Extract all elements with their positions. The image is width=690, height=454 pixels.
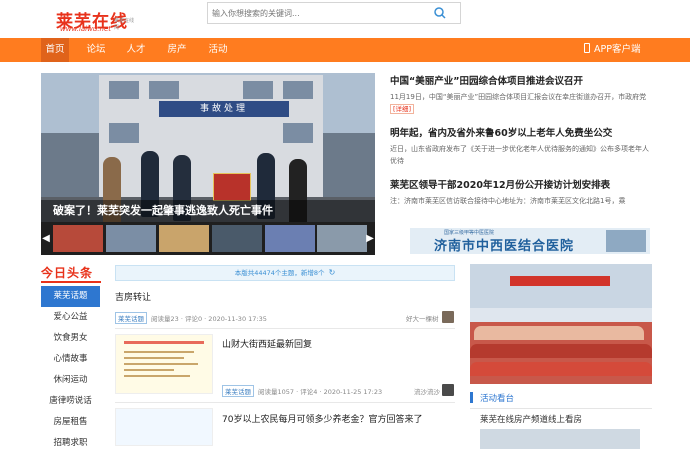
post-author[interactable]: 流沙流沙 [414, 386, 440, 396]
headline-item: 明年起，省内及省外来鲁60岁以上老年人免费坐公交 近日，山东省政府发布了《关于进… [390, 125, 652, 167]
sidebar-item-sports[interactable]: 休闲运动 [41, 370, 100, 391]
carousel-thumb[interactable] [53, 225, 103, 252]
activity-link[interactable]: 莱芜在线房产频道线上看房 [480, 413, 582, 425]
logo-subtext: 莱芜在线 网 [114, 18, 135, 31]
headline-item: 莱芜区领导干部2020年12月份公开接访计划安排表 注：济南市莱芜区信访联合接待… [390, 177, 652, 207]
sidebar-item-rental[interactable]: 房屋租售 [41, 412, 100, 433]
carousel-thumb[interactable] [212, 225, 262, 252]
headline-desc: 近日，山东省政府发布了《关于进一步优化老年人优待服务的通知》公布多项老年人优待 [390, 145, 649, 165]
post-title[interactable]: 山财大街西延最新回复 [222, 337, 312, 350]
nav-item-house[interactable]: 房产 [163, 38, 191, 62]
carousel-thumb[interactable] [265, 225, 315, 252]
post-title[interactable]: 70岁以上农民每月可领多少养老金？官方回答来了 [222, 412, 422, 425]
sidebar-item-topic[interactable]: 莱芜话题 [41, 286, 100, 307]
post-tag[interactable]: 莱芜话题 [222, 385, 254, 397]
notice-text: 本版共44474个主题，新增8个 [234, 269, 325, 277]
avatar[interactable] [442, 311, 454, 323]
nav-item-forum[interactable]: 论坛 [82, 38, 110, 62]
sidebar-item-dating[interactable]: 饮食男女 [41, 328, 100, 349]
new-posts-notice[interactable]: 本版共44474个主题，新增8个 ↻ [115, 265, 455, 281]
sidebar-item-recruit[interactable]: 招聘求职 [41, 433, 100, 454]
section-underline [41, 281, 101, 283]
app-label: APP客户端 [594, 44, 641, 55]
headline-desc: 注：济南市莱芜区信访联合接待中心地址为：济南市莱芜区文化北路1号，乘 [390, 197, 626, 205]
headline-title[interactable]: 明年起，省内及省外来鲁60岁以上老年人免费坐公交 [390, 125, 652, 139]
post-thumbnail[interactable] [115, 408, 213, 446]
site-logo[interactable]: 莱芜在线 莱芜在线 网 www.laiwu.net [56, 4, 136, 33]
section-title: 今日头条 [41, 266, 94, 280]
post-meta: 阅读量1057 · 评论4 · 2020-11-25 17:23 [258, 388, 383, 396]
headline-title[interactable]: 莱芜区领导干部2020年12月份公开接访计划安排表 [390, 177, 652, 191]
nav-item-events[interactable]: 活动 [204, 38, 232, 62]
sidebar-item-charity[interactable]: 爱心公益 [41, 307, 100, 328]
sidebar-item-stories[interactable]: 心情故事 [41, 349, 100, 370]
nav-item-jobs[interactable]: 人才 [122, 38, 150, 62]
carousel-caption[interactable]: 破案了！莱芜突发一起肇事逃逸致人死亡事件 [41, 200, 375, 222]
refresh-icon[interactable]: ↻ [329, 266, 336, 280]
app-client-link[interactable]: APP客户端 [584, 38, 640, 62]
avatar[interactable] [442, 384, 454, 396]
carousel-thumb[interactable] [159, 225, 209, 252]
activity-label: 活动看台 [480, 394, 515, 404]
post-item[interactable]: 吉房转让 [115, 290, 455, 303]
post-tag[interactable]: 莱芜话题 [115, 312, 147, 324]
carousel-thumb[interactable] [106, 225, 156, 252]
post-author[interactable]: 好大一棵树 [406, 313, 439, 323]
search-box [207, 2, 461, 24]
sidebar-item-talk[interactable]: 唐律唠说话 [41, 391, 100, 412]
banner-pennant [213, 173, 251, 201]
carousel-thumb[interactable] [317, 225, 367, 252]
headline-desc: 11月19日，中国“美丽产业”田园综合体项目汇报会议在幸庄街道办召开，市政府党 [390, 93, 647, 101]
top-bar: 莱芜在线 莱芜在线 网 www.laiwu.net [0, 0, 690, 38]
headline-item: 中国“美丽产业”田园综合体项目推进会议召开 11月19日，中国“美丽产业”田园综… [390, 73, 652, 115]
phone-icon [584, 43, 590, 53]
search-input[interactable] [212, 6, 432, 21]
logo-url: www.laiwu.net [60, 25, 112, 33]
headline-title[interactable]: 中国“美丽产业”田园综合体项目推进会议召开 [390, 73, 652, 87]
post-thumbnail[interactable] [115, 334, 213, 394]
details-link[interactable]: [详细] [390, 104, 415, 114]
chevron-right-icon[interactable]: ▶ [365, 222, 375, 255]
post-title[interactable]: 吉房转让 [115, 290, 455, 303]
hospital-ad-banner[interactable]: 国家三级甲等中医医院 济南市中西医结合医院 [410, 228, 650, 254]
nav-item-home[interactable]: 首页 [41, 38, 69, 62]
search-icon[interactable] [434, 7, 446, 19]
building-sign: 事故处理 [159, 101, 289, 117]
event-photo[interactable] [470, 264, 652, 384]
post-meta: 阅读量23 · 评论0 · 2020-11-30 17:35 [151, 315, 267, 323]
ad-title: 济南市中西医结合医院 [433, 239, 574, 254]
main-nav: 首页 论坛 人才 房产 活动 APP客户端 [0, 38, 690, 62]
activity-image[interactable] [480, 429, 640, 449]
carousel-thumbnails: ◀ ▶ [41, 222, 375, 255]
chevron-left-icon[interactable]: ◀ [41, 222, 51, 255]
hospital-image [606, 230, 646, 252]
